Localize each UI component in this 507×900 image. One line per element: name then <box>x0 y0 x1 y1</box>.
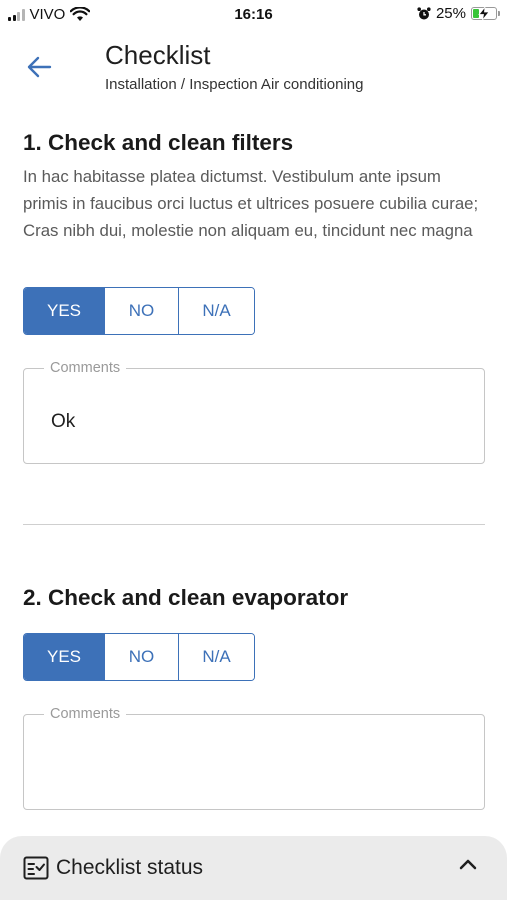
item-1-description: In hac habitasse platea dictumst. Vestib… <box>23 167 479 240</box>
item-1-comments-field[interactable]: Comments <box>23 360 485 464</box>
item-2-no-button[interactable]: NO <box>104 634 178 680</box>
item-2-comments-field[interactable]: Comments <box>23 706 485 810</box>
item-1-title: 1. Check and clean filters <box>23 130 294 155</box>
checklist-status-sheet[interactable]: Checklist status <box>0 836 507 900</box>
item-1-na-button[interactable]: N/A <box>178 288 254 334</box>
item-1-no-button[interactable]: NO <box>104 288 178 334</box>
alarm-icon <box>417 6 431 19</box>
item-2-comments-label: Comments <box>44 706 127 722</box>
item-1-comments-input[interactable] <box>51 411 451 433</box>
checklist-status-label: Checklist status <box>56 856 204 879</box>
item-1-comments-label: Comments <box>44 360 127 376</box>
status-right: 25% <box>417 5 500 22</box>
item-divider <box>23 524 485 525</box>
checklist-icon <box>23 856 49 880</box>
item-1-yes-button[interactable]: YES <box>24 288 104 334</box>
arrow-left-icon <box>27 56 52 78</box>
chevron-up-icon[interactable] <box>459 858 477 870</box>
item-2-na-button[interactable]: N/A <box>178 634 254 680</box>
page-subtitle: Installation / Inspection Air conditioni… <box>105 76 364 93</box>
item-2-title: 2. Check and clean evaporator <box>23 585 349 610</box>
item-2-answer-group: YES NO N/A <box>23 633 255 681</box>
status-bar: VIVO 16:16 25% <box>0 0 507 30</box>
back-button[interactable] <box>22 50 56 84</box>
battery-percent: 25% <box>435 5 466 22</box>
page-title: Checklist <box>105 40 211 70</box>
item-1-answer-group: YES NO N/A <box>23 287 255 335</box>
battery-charging-icon <box>471 7 500 20</box>
item-2-comments-input[interactable] <box>51 757 451 779</box>
item-2-yes-button[interactable]: YES <box>24 634 104 680</box>
